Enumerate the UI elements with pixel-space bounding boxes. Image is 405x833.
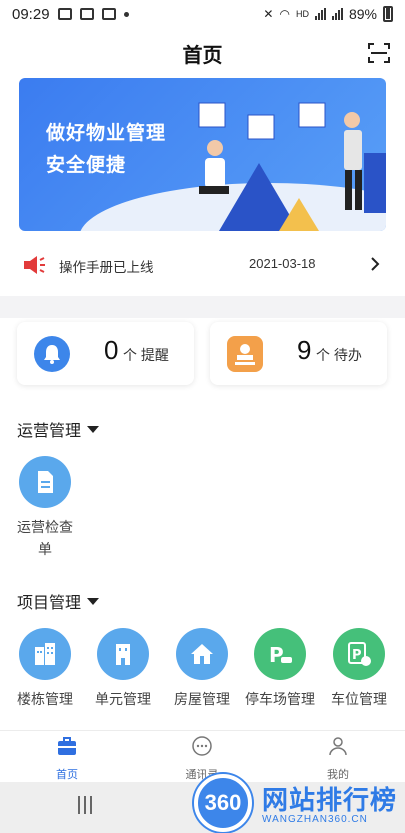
document-icon: [19, 456, 71, 508]
more-notifications-icon: [123, 11, 129, 17]
house-icon: [176, 628, 228, 680]
svg-text:P: P: [352, 648, 362, 663]
parking-icon: P: [254, 628, 306, 680]
projects-section-header[interactable]: 项目管理: [17, 589, 100, 613]
mute-icon: ✕: [263, 7, 274, 21]
tile-label: 车位管理: [331, 691, 387, 707]
tab-home[interactable]: 首页: [27, 735, 107, 782]
project-tile-unit[interactable]: 单元管理: [88, 628, 158, 710]
operations-tile-inspection[interactable]: 运营检查 单: [10, 456, 80, 560]
operations-section-header[interactable]: 运营管理: [17, 417, 100, 441]
projects-section-title: 项目管理: [17, 595, 82, 612]
svg-text:P: P: [269, 643, 284, 667]
status-bar: 09:29 ✕ ◠ HD 89%: [0, 0, 405, 28]
tile-label: 房屋管理: [174, 691, 230, 707]
notice-text: 操作手册已上线: [59, 260, 154, 275]
battery-percent: 89%: [348, 6, 377, 22]
project-tile-house[interactable]: 房屋管理: [167, 628, 237, 710]
message-icon: [101, 8, 116, 20]
caret-down-icon: [87, 425, 100, 433]
reminders-count: 0: [104, 335, 119, 365]
battery-icon: [383, 6, 393, 22]
parking-space-icon: P: [333, 628, 385, 680]
reminders-label: 个 提醒: [123, 347, 169, 363]
tile-label: 单元管理: [95, 691, 151, 707]
todos-card[interactable]: 9 个 待办: [210, 322, 387, 385]
notice-bar[interactable]: 操作手册已上线 2021-03-18: [0, 246, 405, 282]
notification-icon: [79, 8, 94, 20]
user-icon: [329, 737, 347, 756]
bell-icon: [34, 336, 70, 372]
chat-icon: [192, 736, 212, 756]
watermark: 360 网站排行榜 WANGZHAN360.CN: [188, 770, 405, 833]
todos-count: 9: [297, 335, 312, 365]
stamp-icon: [227, 336, 263, 372]
unit-icon: [97, 628, 149, 680]
home-content: 做好物业管理 安全便捷 操作手册已上线 2021-03-18 0 个 提醒 9 …: [0, 78, 405, 730]
home-briefcase-icon: [58, 737, 76, 755]
watermark-title: 网站排行榜: [262, 785, 398, 815]
project-tile-parking-space[interactable]: P 车位管理: [324, 628, 394, 710]
project-tile-building[interactable]: 楼栋管理: [10, 628, 80, 710]
banner-headline: 做好物业管理: [46, 123, 167, 144]
signal-icon: [314, 8, 326, 20]
scan-icon[interactable]: [367, 41, 391, 65]
tab-label: 首页: [56, 769, 78, 781]
section-divider: [0, 296, 405, 318]
recent-apps-icon[interactable]: [78, 796, 98, 816]
status-time: 09:29: [12, 5, 50, 23]
reminders-card[interactable]: 0 个 提醒: [17, 322, 194, 385]
tile-label: 楼栋管理: [17, 691, 73, 707]
promo-banner[interactable]: 做好物业管理 安全便捷: [19, 78, 386, 231]
app-header: 首页: [0, 28, 405, 78]
caret-down-icon: [87, 597, 100, 605]
tile-label: 停车场管理: [245, 691, 315, 707]
network-label: HD: [295, 9, 309, 19]
building-icon: [19, 628, 71, 680]
speaker-icon: [24, 256, 45, 274]
notice-date: 2021-03-18: [249, 256, 316, 271]
notification-icon: [57, 8, 72, 20]
chevron-right-icon[interactable]: [369, 256, 381, 272]
watermark-logo: 360: [194, 774, 252, 832]
page-title: 首页: [182, 44, 223, 67]
operations-section-title: 运营管理: [17, 423, 82, 440]
signal-icon: [331, 8, 343, 20]
wifi-icon: ◠: [279, 7, 290, 21]
project-tile-parking-lot[interactable]: P 停车场管理: [245, 628, 315, 710]
tile-label: 运营检查 单: [17, 519, 73, 557]
todos-label: 个 待办: [316, 347, 362, 363]
banner-subheadline: 安全便捷: [46, 155, 127, 176]
watermark-url: WANGZHAN360.CN: [262, 814, 368, 825]
